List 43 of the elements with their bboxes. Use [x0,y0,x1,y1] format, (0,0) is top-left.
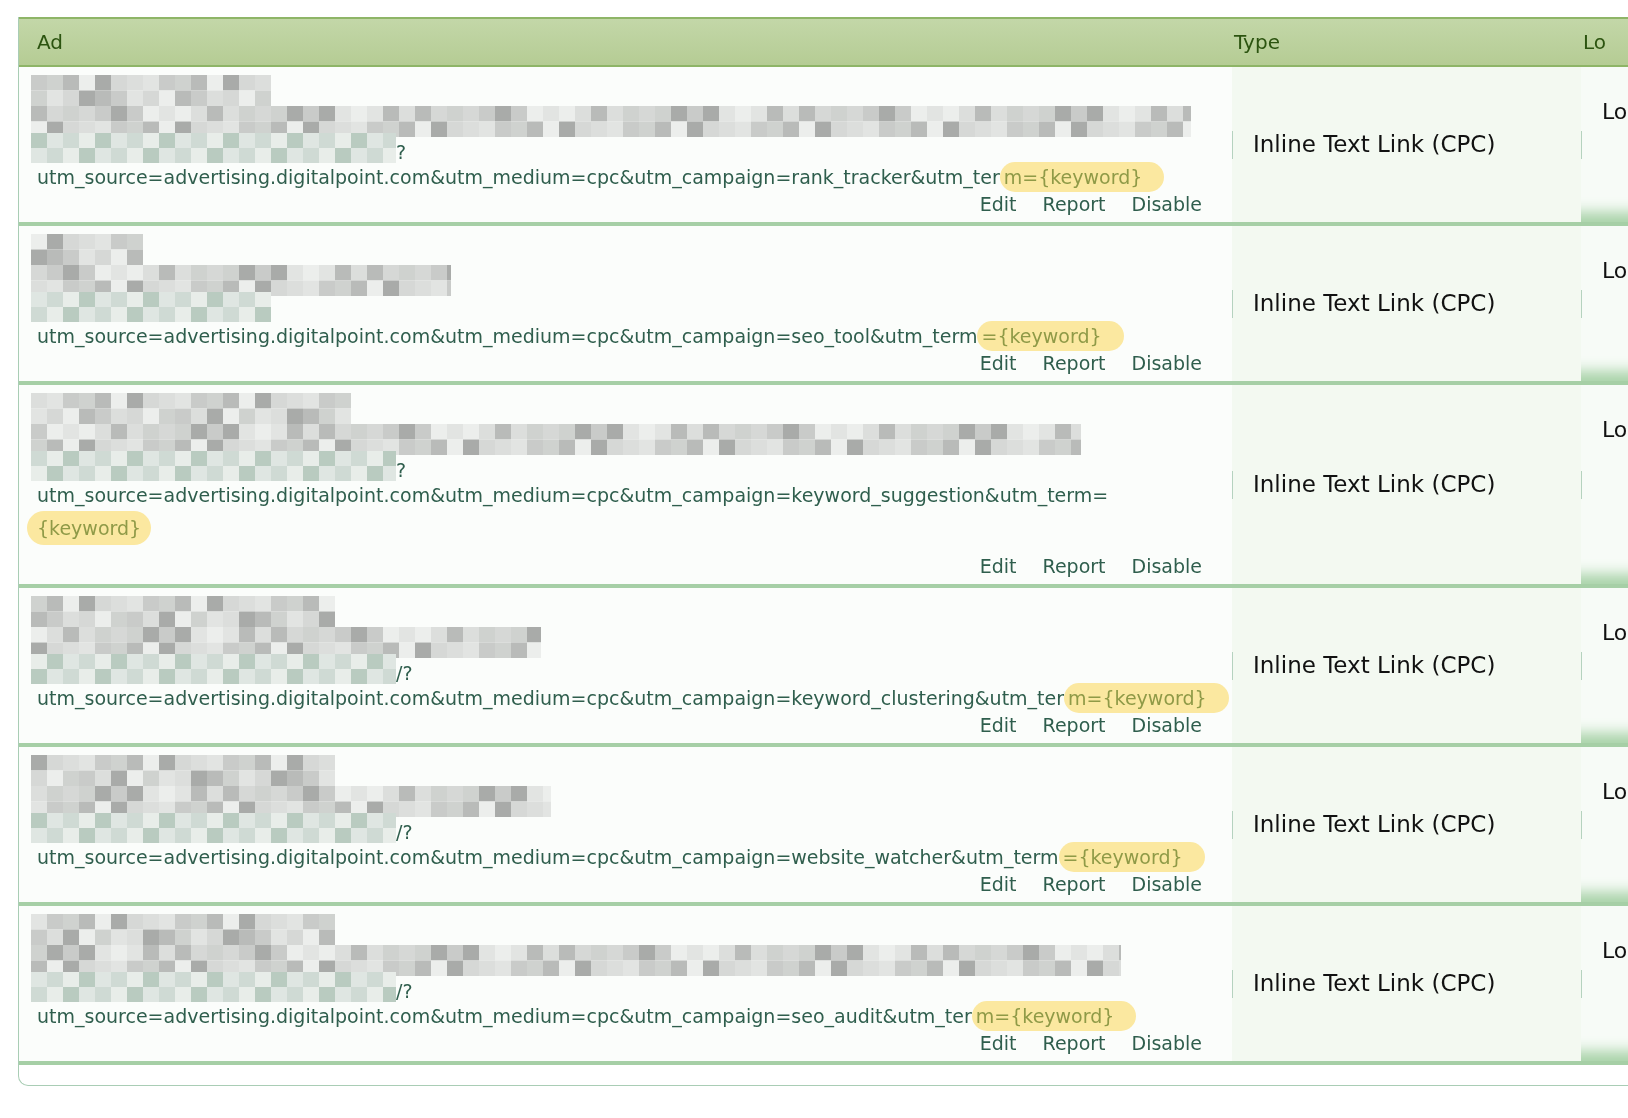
action-link[interactable]: Edit [979,191,1017,217]
type-text: Inline Text Link (CPC) [1253,969,1496,999]
action-link[interactable]: Edit [979,553,1017,579]
type-text: Inline Text Link (CPC) [1253,810,1496,840]
action-link[interactable]: Edit [979,1030,1017,1056]
utm-url-text: utm_source=advertising.digitalpoint.com&utm_medium=cpc&utm_campaign=website_watcher&utm_term ={keyword} [31,843,1228,871]
action-link[interactable]: Edit [979,712,1017,738]
action-link[interactable]: Disable [1131,1030,1202,1056]
action-link[interactable]: Report [1042,350,1106,376]
type-text: Inline Text Link (CPC) [1253,651,1496,681]
action-link[interactable]: Disable [1131,871,1202,897]
action-link[interactable]: Edit [979,350,1017,376]
url-text: /? [396,821,413,843]
utm-url-text: utm_source=advertising.digitalpoint.com&utm_medium=cpc&utm_campaign=rank_tracker&utm_ter m={keyword} [31,163,1228,191]
type-text: Inline Text Link (CPC) [1253,470,1496,500]
action-link[interactable]: Report [1042,553,1106,579]
action-link[interactable]: Report [1042,871,1106,897]
column-header: Ad [36,29,65,56]
action-link[interactable]: Edit [979,871,1017,897]
action-link[interactable]: Disable [1131,350,1202,376]
table-cell-text: Lo [1601,619,1628,647]
table-cell-text: Lo [1601,257,1628,285]
utm-url-text: utm_source=advertising.digitalpoint.com&utm_medium=cpc&utm_campaign=seo_tool&utm_term ={keyword} [31,322,1228,350]
action-link[interactable]: Report [1042,191,1106,217]
column-header: Type [1233,29,1281,56]
url-text: /? [396,662,413,684]
utm-url-text: utm_source=advertising.digitalpoint.com&utm_medium=cpc&utm_campaign=seo_audit&utm_ter m={keyword} [31,1002,1228,1030]
action-link[interactable]: Disable [1131,712,1202,738]
table-cell-text: Lo [1601,778,1628,806]
type-text: Inline Text Link (CPC) [1253,289,1496,319]
url-text: ? [396,459,407,481]
action-link[interactable]: Disable [1131,191,1202,217]
table-cell-text: Lo [1601,98,1628,126]
table-cell-text: Lo [1601,937,1628,965]
url-text: ? [396,141,407,163]
type-text: Inline Text Link (CPC) [1253,130,1496,160]
action-link[interactable]: Report [1042,712,1106,738]
table-cell-text: Lo [1601,416,1628,444]
url-text: /? [396,980,413,1002]
action-link[interactable]: Disable [1131,553,1202,579]
utm-url-text: utm_source=advertising.digitalpoint.com&utm_medium=cpc&utm_campaign=keyword_clustering&utm_ter m={keyword} [31,684,1228,712]
action-link[interactable]: Report [1042,1030,1106,1056]
column-header: Lo [1582,29,1607,56]
